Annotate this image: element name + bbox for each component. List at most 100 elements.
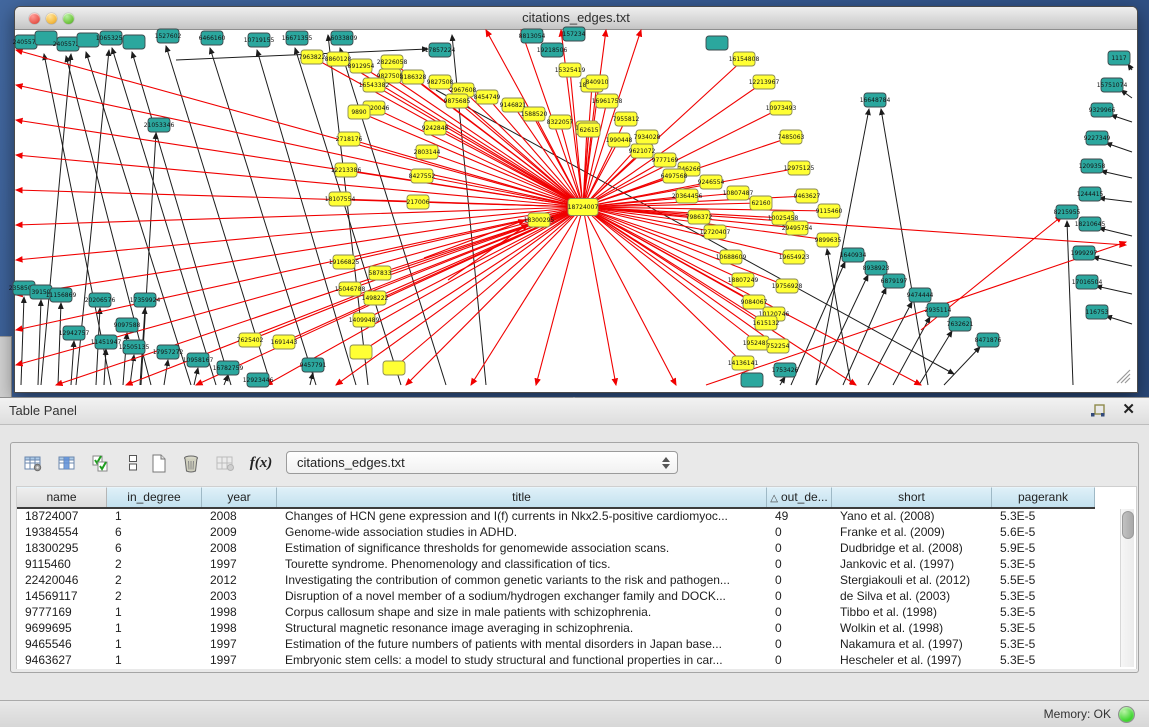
graph-node[interactable]: 18210645: [1075, 217, 1106, 231]
cell-year[interactable]: 2012: [202, 573, 277, 589]
graph-node[interactable]: 1999297: [1071, 246, 1098, 260]
new-table-icon[interactable]: [145, 449, 173, 477]
graph-node[interactable]: 9097588: [114, 318, 141, 332]
cell-year[interactable]: 1998: [202, 621, 277, 637]
delete-table-icon[interactable]: [177, 449, 205, 477]
graph-node[interactable]: 62160: [750, 196, 772, 210]
graph-node[interactable]: 29495754: [782, 221, 813, 235]
graph-node[interactable]: 9242848: [422, 121, 449, 135]
graph-node[interactable]: 8471876: [975, 333, 1002, 347]
graph-node[interactable]: 16782759: [213, 361, 244, 375]
graph-node[interactable]: 1117: [1108, 51, 1130, 65]
cell-pagerank[interactable]: 5.9E-5: [992, 541, 1095, 557]
cell-year[interactable]: 1997: [202, 637, 277, 653]
cell-out_degree[interactable]: 0: [767, 653, 832, 669]
graph-node[interactable]: [350, 345, 372, 359]
cell-out_degree[interactable]: 0: [767, 637, 832, 653]
column-header-pagerank[interactable]: pagerank: [992, 487, 1095, 507]
graph-node[interactable]: 12942757: [59, 326, 90, 340]
graph-node[interactable]: 9621072: [629, 144, 656, 158]
table-selector-dropdown[interactable]: citations_edges.txt: [286, 451, 678, 474]
cell-out_degree[interactable]: 0: [767, 525, 832, 541]
graph-node[interactable]: 21053346: [144, 118, 175, 132]
graph-node[interactable]: 7632621: [947, 317, 974, 331]
graph-node[interactable]: [706, 36, 728, 50]
cell-name[interactable]: 9699695: [17, 621, 107, 637]
cell-title[interactable]: Genome-wide association studies in ADHD.: [277, 525, 767, 541]
graph-node[interactable]: 18107554: [325, 192, 356, 206]
resize-grip[interactable]: [1117, 370, 1130, 383]
cell-title[interactable]: Estimation of the future numbers of pati…: [277, 637, 767, 653]
cell-out_degree[interactable]: 0: [767, 541, 832, 557]
cell-short[interactable]: Yano et al. (2008): [832, 509, 992, 525]
column-header-in_degree[interactable]: in_degree: [107, 487, 202, 507]
table-settings-icon[interactable]: [19, 449, 47, 477]
cell-in_degree[interactable]: 2: [107, 573, 202, 589]
graph-node[interactable]: 587833: [369, 266, 392, 280]
network-canvas[interactable]: 7963822886012889129542822605898275051654…: [16, 30, 1136, 391]
graph-node[interactable]: 11451947: [91, 335, 122, 349]
graph-node[interactable]: 9227349: [1084, 131, 1111, 145]
graph-node[interactable]: 14136141: [728, 356, 759, 370]
cell-title[interactable]: Structural magnetic resonance image aver…: [277, 621, 767, 637]
graph-node[interactable]: 10973493: [766, 101, 797, 115]
graph-node[interactable]: [123, 35, 145, 49]
graph-node[interactable]: 17857224: [425, 43, 456, 57]
cell-short[interactable]: Wolkin et al. (1998): [832, 621, 992, 637]
cell-in_degree[interactable]: 6: [107, 525, 202, 541]
graph-node[interactable]: 1209358: [1079, 159, 1106, 173]
graph-node[interactable]: 840910: [586, 75, 609, 89]
cell-name[interactable]: 9463627: [17, 653, 107, 669]
graph-node[interactable]: 12923446: [243, 373, 274, 387]
graph-node[interactable]: 12213967: [749, 75, 780, 89]
graph-node[interactable]: 12505135: [119, 340, 150, 354]
graph-node[interactable]: 9329966: [1089, 103, 1116, 117]
graph-node[interactable]: [383, 361, 405, 375]
graph-node[interactable]: 157234: [563, 27, 586, 41]
graph-node[interactable]: 1615132: [753, 316, 780, 330]
graph-node[interactable]: 1640934: [840, 248, 867, 262]
cell-in_degree[interactable]: 1: [107, 653, 202, 669]
cell-short[interactable]: Jankovic et al. (1997): [832, 557, 992, 573]
graph-node[interactable]: 9474444: [907, 288, 934, 302]
table-row[interactable]: 1830029562008Estimation of significance …: [17, 541, 1136, 557]
table-row[interactable]: 2242004622012Investigating the contribut…: [17, 573, 1136, 589]
graph-node[interactable]: 8322057: [547, 115, 574, 129]
cell-title[interactable]: Estimation of significance thresholds fo…: [277, 541, 767, 557]
graph-node[interactable]: 1244415: [1077, 187, 1104, 201]
cell-out_degree[interactable]: 0: [767, 605, 832, 621]
graph-node[interactable]: 12720407: [700, 225, 731, 239]
cell-name[interactable]: 14569117: [17, 589, 107, 605]
table-row[interactable]: 969969511998Structural magnetic resonanc…: [17, 621, 1136, 637]
memory-indicator[interactable]: [1118, 706, 1135, 723]
graph-node[interactable]: 2935114: [925, 303, 952, 317]
show-columns-icon[interactable]: [53, 449, 81, 477]
graph-node[interactable]: 9084067: [741, 295, 768, 309]
graph-node[interactable]: 17957272: [153, 345, 184, 359]
graph-node[interactable]: 1691443: [271, 335, 298, 349]
cell-short[interactable]: Hescheler et al. (1997): [832, 653, 992, 669]
column-header-year[interactable]: year: [202, 487, 277, 507]
graph-node[interactable]: 1753426: [772, 363, 799, 377]
column-header-out_degree[interactable]: △out_de...: [767, 487, 832, 507]
graph-node[interactable]: 16961758: [592, 94, 623, 108]
graph-node[interactable]: 10719155: [244, 33, 275, 47]
cell-name[interactable]: 18724007: [17, 509, 107, 525]
graph-node[interactable]: 8215955: [1054, 205, 1081, 219]
cell-in_degree[interactable]: 1: [107, 637, 202, 653]
graph-node[interactable]: 1527602: [155, 29, 182, 43]
cell-title[interactable]: Investigating the contribution of common…: [277, 573, 767, 589]
network-window-titlebar[interactable]: citations_edges.txt: [15, 7, 1137, 30]
graph-node[interactable]: 12213386: [331, 163, 362, 177]
cell-in_degree[interactable]: 1: [107, 509, 202, 525]
graph-node[interactable]: 217006: [407, 195, 430, 209]
graph-node[interactable]: 6466160: [199, 31, 226, 45]
table-row[interactable]: 1872400712008Changes of HCN gene express…: [17, 509, 1136, 525]
table-row[interactable]: 977716911998Corpus callosum shape and si…: [17, 605, 1136, 621]
graph-node[interactable]: 10958167: [183, 353, 214, 367]
cell-pagerank[interactable]: 5.6E-5: [992, 525, 1095, 541]
cell-out_degree[interactable]: 0: [767, 621, 832, 637]
graph-node[interactable]: 15751074: [1097, 78, 1128, 92]
column-header-name[interactable]: name: [17, 487, 107, 507]
cell-year[interactable]: 2008: [202, 541, 277, 557]
